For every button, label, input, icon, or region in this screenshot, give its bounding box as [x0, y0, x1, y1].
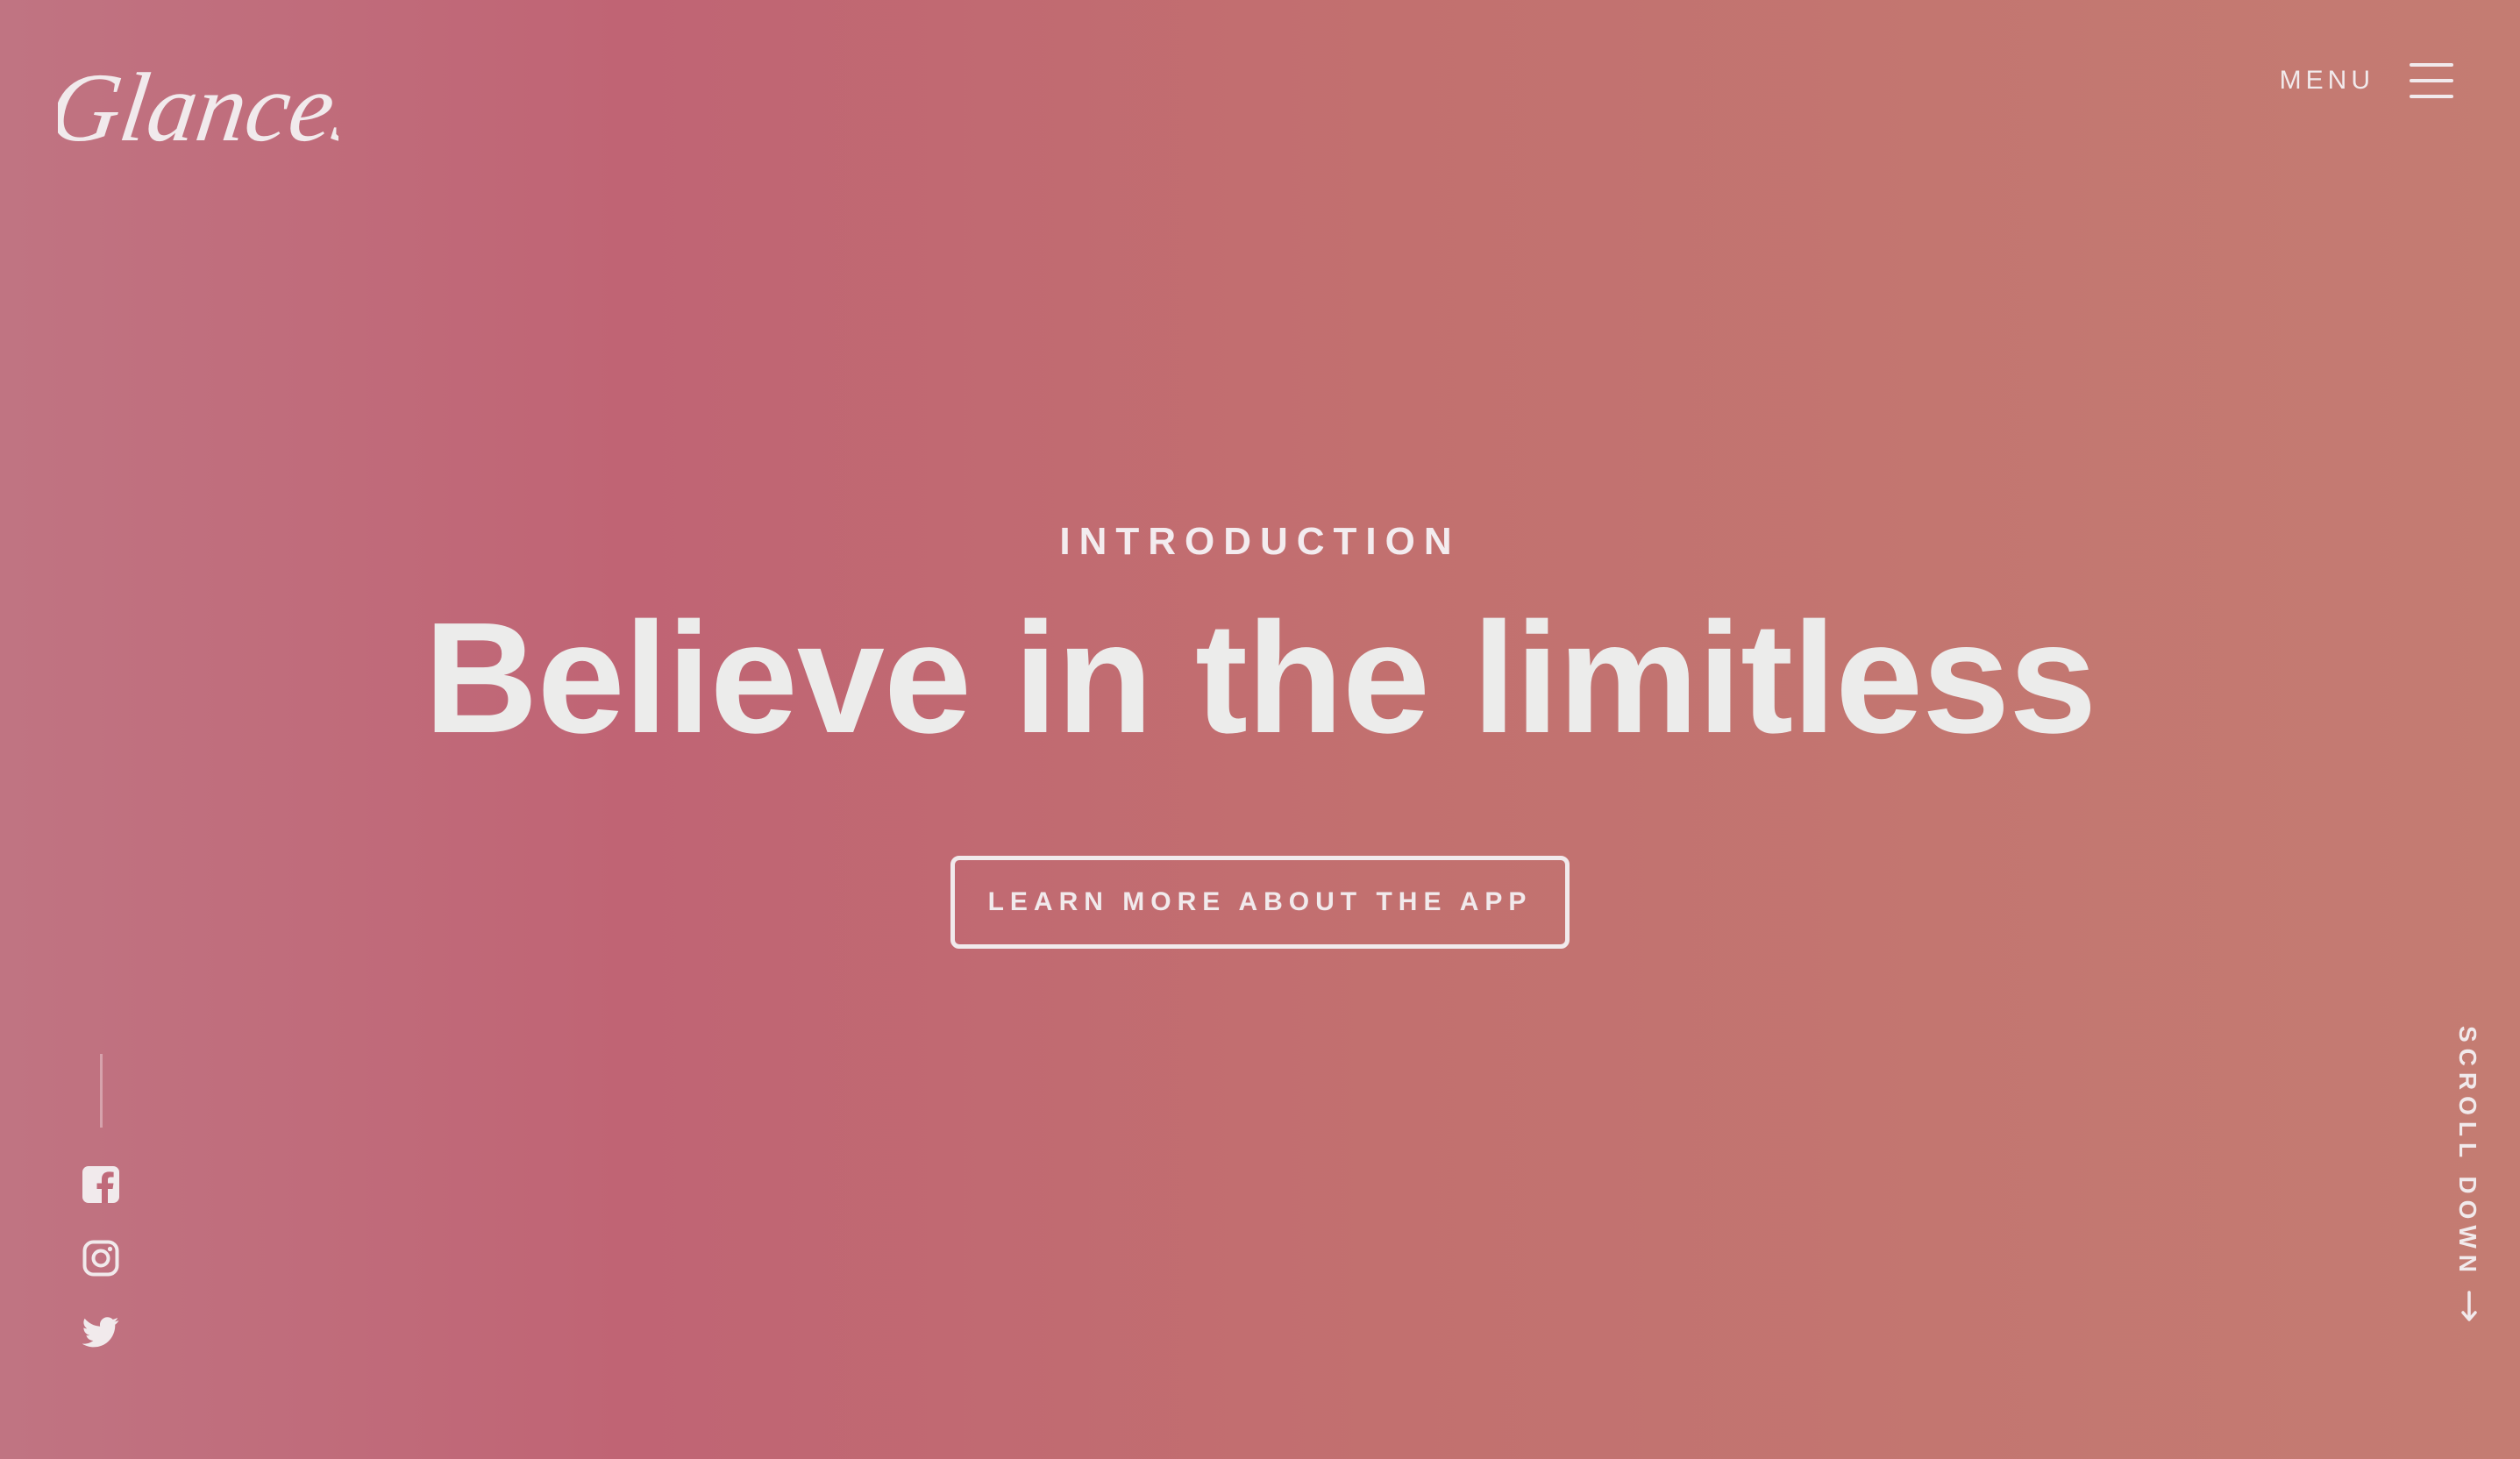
svg-text:Glances: Glances	[58, 53, 338, 161]
arrow-down-icon	[2455, 1289, 2483, 1324]
hero-eyebrow: INTRODUCTION	[1059, 520, 1461, 563]
scroll-down-button[interactable]: SCROLL DOWN	[2452, 1026, 2487, 1333]
twitter-icon	[82, 1317, 119, 1348]
facebook-icon	[82, 1166, 119, 1203]
facebook-link[interactable]	[82, 1166, 119, 1203]
brand-logo[interactable]: Glances	[58, 53, 338, 184]
glances-logo-wordmark: Glances	[58, 53, 338, 161]
instagram-link[interactable]	[82, 1240, 119, 1277]
learn-more-button[interactable]: LEARN MORE ABOUT THE APP	[950, 856, 1570, 949]
hamburger-icon	[2410, 61, 2453, 100]
scroll-down-label: SCROLL DOWN	[2454, 1026, 2481, 1279]
menu-button[interactable]: MENU	[2280, 61, 2453, 100]
social-divider	[100, 1054, 103, 1128]
twitter-link[interactable]	[82, 1313, 119, 1350]
menu-label: MENU	[2279, 66, 2374, 95]
hero-headline: Believe in the limitless	[424, 590, 2097, 766]
hero-section: INTRODUCTION Believe in the limitless LE…	[0, 516, 2520, 949]
instagram-icon	[82, 1240, 119, 1277]
